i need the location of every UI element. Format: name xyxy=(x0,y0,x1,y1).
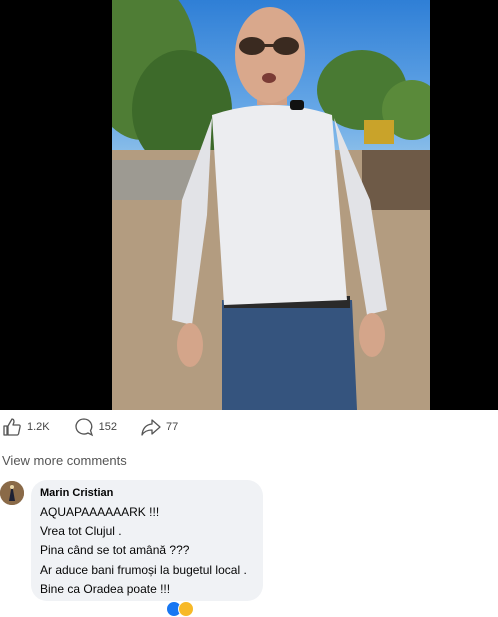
post-video[interactable] xyxy=(0,0,498,410)
view-more-comments-link[interactable]: View more comments xyxy=(2,453,127,468)
video-frame[interactable] xyxy=(112,0,430,410)
avatar[interactable] xyxy=(0,481,24,505)
post-stats-bar: 1.2K 152 77 xyxy=(0,414,188,440)
thumbs-up-icon xyxy=(3,418,21,436)
video-scene-illustration xyxy=(112,0,430,410)
comment-line: Bine ca Oradea poate !!! xyxy=(40,581,171,596)
comment-stat[interactable]: 152 xyxy=(74,417,117,437)
comment-bubble: Marin Cristian AQUAPAAAAAARK !!! Vrea to… xyxy=(31,480,263,601)
comment-line: Ar aduce bani frumoși la bugetul local . xyxy=(40,562,247,577)
comment-reactions[interactable] xyxy=(166,601,194,617)
comment-line: Vrea tot Clujul . xyxy=(40,524,122,539)
share-arrow-icon xyxy=(141,419,161,436)
comment-text: AQUAPAAAAAARK !!! Vrea tot Clujul . Pina… xyxy=(40,503,247,599)
comment-author[interactable]: Marin Cristian xyxy=(40,487,113,499)
comment-line: AQUAPAAAAAARK !!! xyxy=(40,505,160,519)
comments-count: 152 xyxy=(98,421,117,433)
avatar-image xyxy=(0,481,24,505)
speech-bubble-icon xyxy=(75,418,93,437)
comment-line: Pina când se tot amână ??? xyxy=(40,543,190,558)
haha-reaction-icon xyxy=(178,601,194,617)
share-stat[interactable]: 77 xyxy=(141,417,178,437)
reactions-count: 1.2K xyxy=(27,421,50,433)
shares-count: 77 xyxy=(166,421,179,433)
like-stat[interactable]: 1.2K xyxy=(2,417,50,437)
